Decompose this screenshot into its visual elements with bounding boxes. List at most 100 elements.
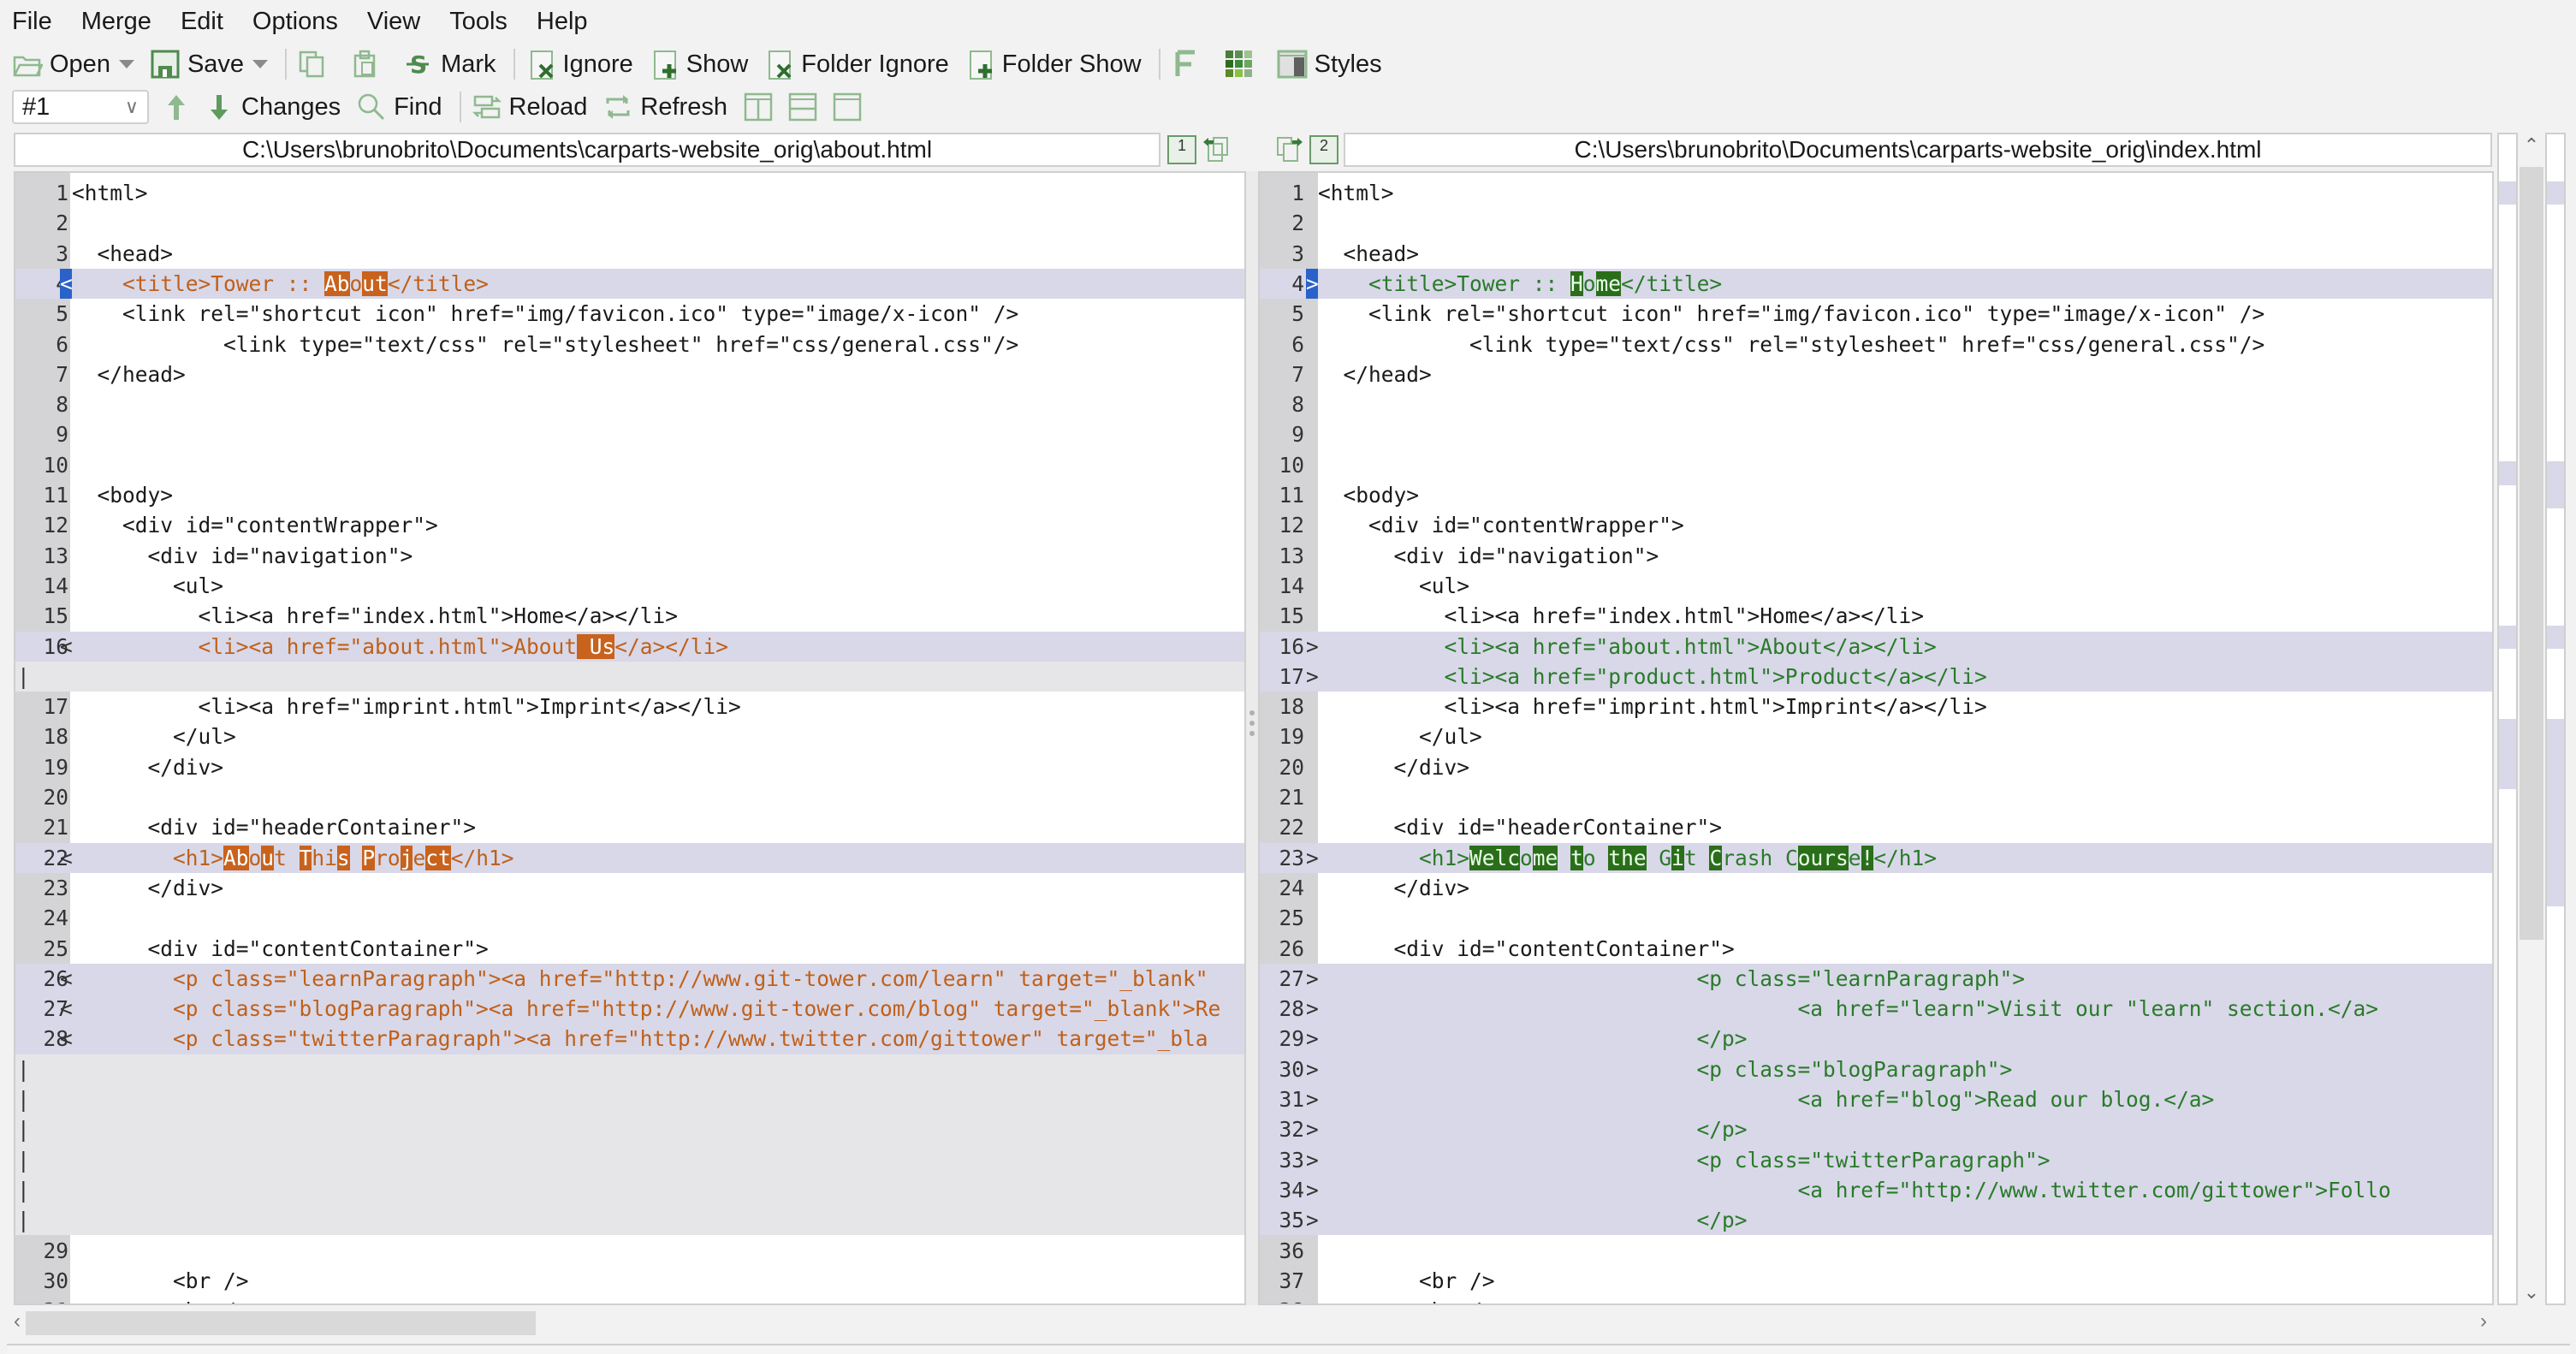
code-line[interactable]: 15 <li><a href="index.html">Home</a></li… xyxy=(15,601,1244,631)
save-button[interactable]: Save xyxy=(150,49,269,80)
menu-merge[interactable]: Merge xyxy=(81,8,151,36)
filler-line[interactable]: | xyxy=(15,1205,1244,1236)
filler-line[interactable]: | xyxy=(15,1174,1244,1206)
font-button[interactable] xyxy=(1171,49,1208,80)
scroll-left-arrow[interactable]: ‹ xyxy=(14,1309,21,1333)
copy-to-left-button[interactable] xyxy=(1202,135,1231,164)
ignore-button[interactable]: Ignore xyxy=(525,49,633,80)
copy-button[interactable] xyxy=(297,49,335,80)
code-line[interactable]: 38 <br /> xyxy=(1260,1296,2492,1304)
save-dropdown-arrow[interactable] xyxy=(252,60,269,68)
menu-help[interactable]: Help xyxy=(537,8,588,36)
pane-splitter[interactable] xyxy=(1246,171,1258,1305)
code-line[interactable]: 7 </head> xyxy=(15,359,1244,389)
changed-line[interactable]: 22 < <h1>About This Project</h1> xyxy=(15,842,1244,873)
right-diff-pane[interactable]: 1 <html> 2 3 <head> 4 > <title>Tower :: Home<… xyxy=(1258,171,2494,1305)
code-line[interactable]: 12 <div id="contentWrapper"> xyxy=(1260,510,2492,540)
code-line[interactable]: 19 </ul> xyxy=(1260,722,2492,751)
code-line[interactable]: 18 </ul> xyxy=(15,722,1244,751)
filler-line[interactable]: | xyxy=(15,1084,1244,1115)
code-line[interactable]: 3 <head> xyxy=(1260,239,2492,269)
menu-file[interactable]: File xyxy=(12,8,52,36)
code-line[interactable]: 6 <link type="text/css" rel="stylesheet"… xyxy=(15,330,1244,359)
layout-stacked-button[interactable] xyxy=(787,92,825,122)
code-line[interactable]: 24 xyxy=(15,903,1244,933)
overview-diff-mark[interactable] xyxy=(2499,625,2516,650)
code-line[interactable]: 13 <div id="navigation"> xyxy=(15,541,1244,571)
filler-line[interactable]: | xyxy=(15,661,1244,692)
changed-line[interactable]: 17 > <li><a href="product.html">Product</… xyxy=(1260,661,2492,692)
code-line[interactable]: 13 <div id="navigation"> xyxy=(1260,541,2492,571)
code-line[interactable]: 31 <br /> xyxy=(15,1296,1244,1304)
code-line[interactable]: 36 xyxy=(1260,1236,2492,1266)
changed-line[interactable]: 28 < <p class="twitterParagraph"><a href=… xyxy=(15,1024,1244,1054)
overview-diff-mark[interactable] xyxy=(2547,625,2564,650)
open-dropdown-arrow[interactable] xyxy=(118,60,134,68)
reload-button[interactable]: Reload xyxy=(472,92,587,122)
code-line[interactable]: 8 xyxy=(15,389,1244,419)
code-line[interactable]: 25 <div id="contentContainer"> xyxy=(15,934,1244,964)
filler-line[interactable]: | xyxy=(15,1144,1244,1175)
code-line[interactable]: 1 <html> xyxy=(15,178,1244,208)
code-line[interactable]: 6 <link type="text/css" rel="stylesheet"… xyxy=(1260,330,2492,359)
vertical-scroll-thumb[interactable] xyxy=(2520,167,2543,940)
code-line[interactable]: 11 <body> xyxy=(1260,480,2492,510)
copy-to-right-button[interactable] xyxy=(1275,135,1304,164)
code-line[interactable]: 25 xyxy=(1260,903,2492,933)
difference-select[interactable]: #1 ∨ xyxy=(12,90,149,124)
mark-button[interactable]: S Mark xyxy=(403,49,496,80)
code-line[interactable]: 9 xyxy=(1260,419,2492,449)
filler-line[interactable]: | xyxy=(15,1054,1244,1084)
changes-button[interactable]: Changes xyxy=(204,92,341,122)
scroll-up-arrow[interactable]: ⌃ xyxy=(2520,134,2543,157)
vertical-scrollbar[interactable]: ⌃ ⌄ xyxy=(2520,133,2543,1305)
changed-line[interactable]: 4 > <title>Tower :: Home</title> xyxy=(1260,268,2492,300)
code-line[interactable]: 1 <html> xyxy=(1260,178,2492,208)
code-line[interactable]: 26 <div id="contentContainer"> xyxy=(1260,934,2492,964)
find-button[interactable]: Find xyxy=(356,92,442,122)
changed-line[interactable]: 23 > <h1>Welcome to the Git Crash Course!… xyxy=(1260,842,2492,873)
overview-diff-mark[interactable] xyxy=(2499,181,2516,205)
folder-show-button[interactable]: Folder Show xyxy=(965,49,1142,80)
code-line[interactable]: 2 xyxy=(15,208,1244,238)
horizontal-scrollbar[interactable]: ‹ › xyxy=(14,1308,2492,1339)
previous-change-button[interactable] xyxy=(161,92,199,122)
overview-diff-mark[interactable] xyxy=(2547,719,2564,906)
changed-line[interactable]: 31 > <a href="blog">Read our blog.</a> xyxy=(1260,1084,2492,1115)
folder-ignore-button[interactable]: Folder Ignore xyxy=(763,49,949,80)
layout-single-button[interactable] xyxy=(832,92,870,122)
scroll-right-arrow[interactable]: › xyxy=(2480,1309,2487,1333)
refresh-button[interactable]: Refresh xyxy=(602,92,727,122)
right-location-overview[interactable] xyxy=(2545,133,2566,1305)
code-line[interactable]: 7 </head> xyxy=(1260,359,2492,389)
code-line[interactable]: 15 <li><a href="index.html">Home</a></li… xyxy=(1260,601,2492,631)
code-line[interactable]: 21 xyxy=(1260,782,2492,812)
code-line[interactable]: 9 xyxy=(15,419,1244,449)
colors-button[interactable] xyxy=(1224,49,1261,80)
changed-line[interactable]: 32 > </p> xyxy=(1260,1114,2492,1145)
changed-line[interactable]: 30 > <p class="blogParagraph"> xyxy=(1260,1054,2492,1084)
overview-diff-mark[interactable] xyxy=(2499,719,2516,789)
code-line[interactable]: 12 <div id="contentWrapper"> xyxy=(15,510,1244,540)
changed-line[interactable]: 34 > <a href="http://www.twitter.com/gitt… xyxy=(1260,1174,2492,1206)
code-line[interactable]: 19 </div> xyxy=(15,752,1244,782)
code-line[interactable]: 10 xyxy=(15,450,1244,480)
overview-diff-mark[interactable] xyxy=(2547,181,2564,205)
changed-line[interactable]: 29 > </p> xyxy=(1260,1024,2492,1054)
filler-line[interactable]: | xyxy=(15,1114,1244,1145)
code-line[interactable]: 11 <body> xyxy=(15,480,1244,510)
code-line[interactable]: 23 </div> xyxy=(15,873,1244,903)
save-right-button[interactable]: 2 xyxy=(1309,135,1338,164)
changed-line[interactable]: 27 > <p class="learnParagraph"> xyxy=(1260,963,2492,995)
left-diff-pane[interactable]: 1<html>23 <head>4< <title>Tower :: About… xyxy=(14,171,1246,1305)
code-line[interactable]: 14 <ul> xyxy=(15,571,1244,601)
code-line[interactable]: 10 xyxy=(1260,450,2492,480)
code-line[interactable]: 2 xyxy=(1260,208,2492,238)
code-line[interactable]: 20 xyxy=(15,782,1244,812)
paste-button[interactable] xyxy=(350,49,388,80)
styles-button[interactable]: Styles xyxy=(1277,49,1382,80)
overview-diff-mark[interactable] xyxy=(2547,461,2564,509)
save-left-button[interactable]: 1 xyxy=(1167,135,1196,164)
scroll-down-arrow[interactable]: ⌄ xyxy=(2520,1281,2543,1304)
open-button[interactable]: Open xyxy=(12,49,134,80)
